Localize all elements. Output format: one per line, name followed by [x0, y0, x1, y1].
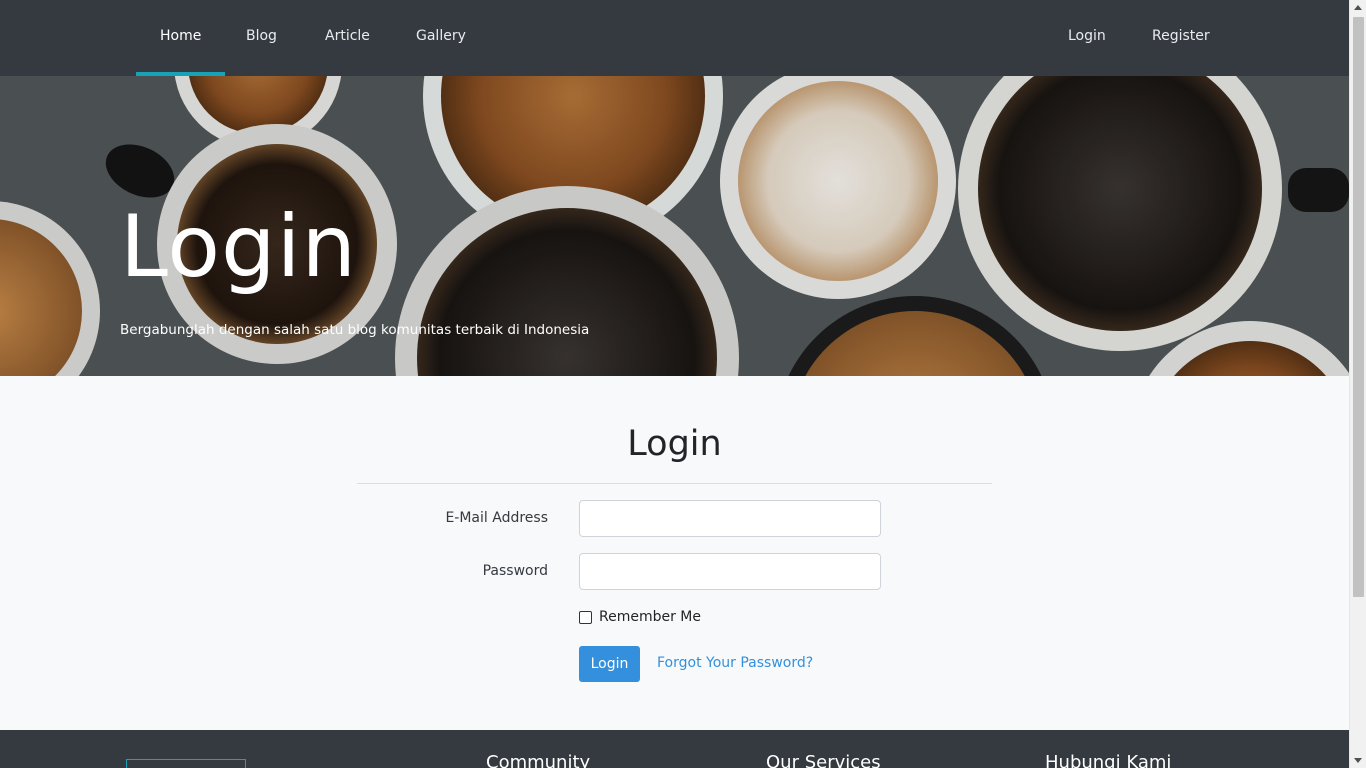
password-field[interactable]: [579, 553, 881, 590]
nav-item-home[interactable]: Home: [136, 0, 226, 76]
footer-heading-contact: Hubungi Kami: [1045, 752, 1172, 768]
remember-me-label[interactable]: Remember Me: [599, 609, 701, 625]
scroll-down-arrow-icon[interactable]: [1354, 758, 1362, 763]
nav-item-login[interactable]: Login: [1044, 0, 1130, 76]
page-scrollbar[interactable]: [1349, 0, 1366, 768]
navbar: Home Blog Article Gallery Login Register: [0, 0, 1349, 76]
hero-title: Login: [120, 197, 358, 297]
scroll-up-arrow-icon[interactable]: [1354, 5, 1362, 10]
nav-item-article[interactable]: Article: [301, 0, 394, 76]
nav-item-blog[interactable]: Blog: [222, 0, 301, 76]
login-submit-button[interactable]: Login: [579, 646, 640, 682]
email-field[interactable]: [579, 500, 881, 537]
title-divider: [357, 483, 992, 484]
scrollbar-thumb[interactable]: [1353, 17, 1364, 597]
footer: Community Our Services Hubungi Kami: [0, 730, 1349, 768]
nav-item-gallery[interactable]: Gallery: [392, 0, 490, 76]
remember-me-checkbox[interactable]: [579, 611, 592, 624]
login-card-title: Login: [627, 424, 722, 464]
hero-subtitle: Bergabunglah dengan salah satu blog komu…: [120, 322, 590, 338]
footer-logo-box: [126, 759, 246, 768]
nav-item-register[interactable]: Register: [1128, 0, 1234, 76]
footer-heading-services: Our Services: [766, 752, 881, 768]
forgot-password-link[interactable]: Forgot Your Password?: [657, 655, 813, 671]
footer-heading-community: Community: [486, 752, 591, 768]
password-label: Password: [482, 563, 548, 579]
hero-banner: Login Bergabunglah dengan salah satu blo…: [0, 76, 1349, 376]
email-label: E-Mail Address: [445, 510, 548, 526]
